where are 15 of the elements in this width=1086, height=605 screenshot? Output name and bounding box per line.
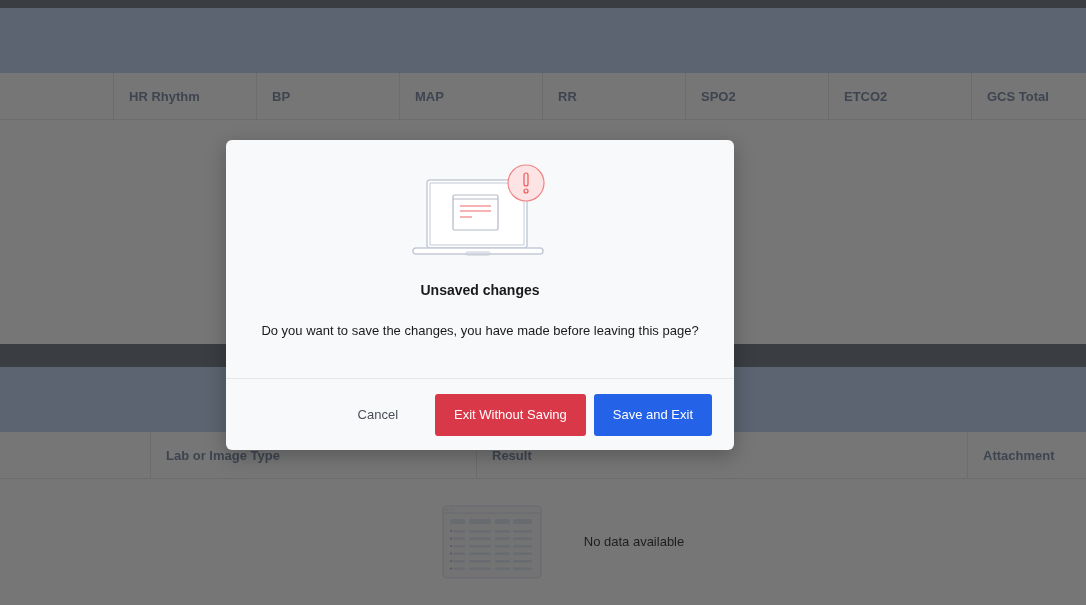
empty-message: No data available xyxy=(583,534,685,549)
column-header: BP xyxy=(272,88,291,104)
column-header: MAP xyxy=(415,88,444,104)
cancel-button[interactable]: Cancel xyxy=(338,393,418,436)
exit-without-saving-button[interactable]: Exit Without Saving xyxy=(435,393,586,436)
dialog-message: Do you want to save the changes, you have made before leaving this page? xyxy=(261,323,699,338)
column-header: GCS Total xyxy=(987,88,1049,104)
column-header: RR xyxy=(558,88,577,104)
dialog-title: Unsaved changes xyxy=(420,282,540,298)
column-header: Attachment xyxy=(983,447,1055,463)
column-header: HR Rhythm xyxy=(129,88,200,104)
empty-table-icon xyxy=(441,504,544,579)
save-and-exit-button[interactable]: Save and Exit xyxy=(593,393,712,436)
column-header: ETCO2 xyxy=(844,88,888,104)
column-header: SPO2 xyxy=(701,88,736,104)
